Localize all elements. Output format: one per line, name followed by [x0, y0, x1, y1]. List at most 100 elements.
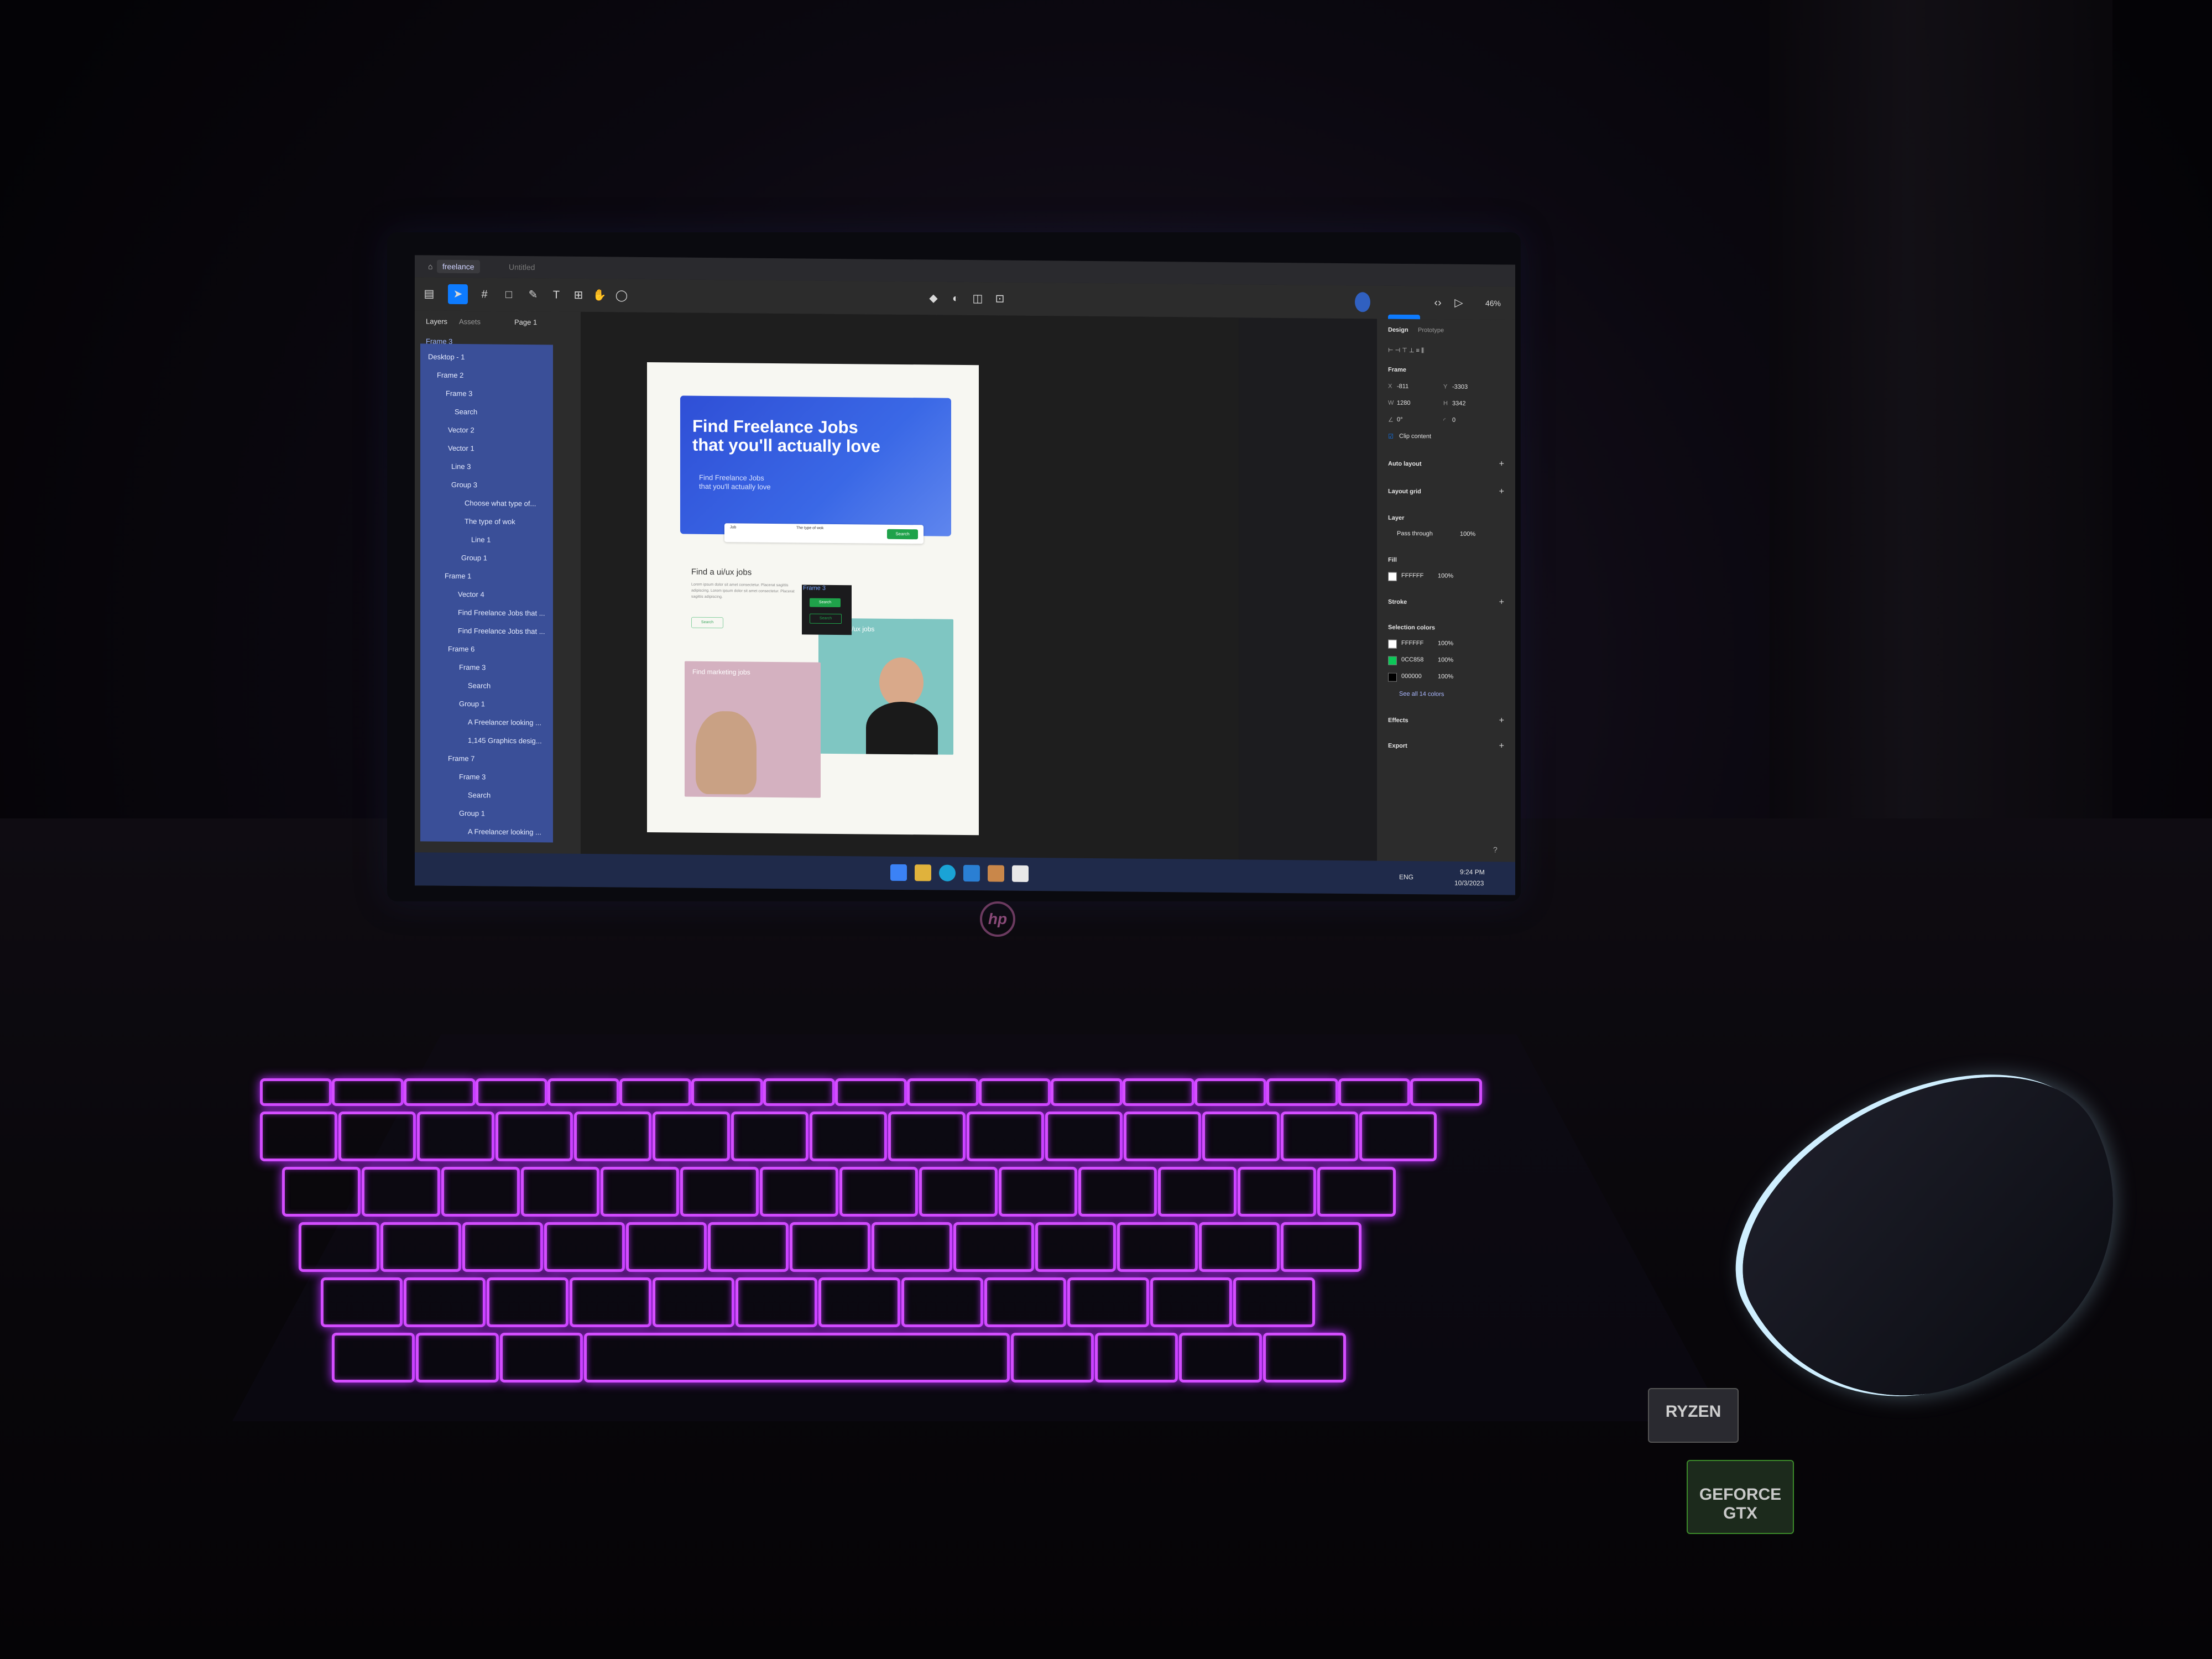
boolean-icon[interactable]: ◫ [968, 289, 988, 309]
layer-item[interactable]: Frame 1 [445, 572, 471, 580]
layer-item[interactable]: Find Freelance Jobs that ... [458, 608, 545, 617]
selection-color-hex[interactable]: 0CC858 [1401, 656, 1423, 663]
floating-search-button-outline[interactable]: Search [810, 613, 842, 624]
component-icon[interactable]: ◆ [924, 288, 943, 308]
code-icon[interactable]: ‹› [1428, 293, 1448, 312]
layer-opacity[interactable]: 100% [1460, 531, 1475, 538]
add-effect-icon[interactable]: + [1499, 716, 1504, 726]
floating-search-button[interactable]: Search [810, 598, 841, 608]
blend-mode[interactable]: Pass through [1397, 530, 1433, 538]
add-stroke-icon[interactable]: + [1499, 597, 1504, 607]
layer-item[interactable]: Vector 1 [448, 444, 474, 452]
tab-prototype[interactable]: Prototype [1418, 327, 1444, 333]
clock-time[interactable]: 9:24 PM [1460, 868, 1485, 876]
radius-value[interactable]: 0 [1452, 417, 1455, 424]
layer-item[interactable]: Line 3 [451, 462, 471, 471]
layer-item[interactable]: Group 1 [459, 700, 485, 708]
edge-icon[interactable] [939, 864, 956, 881]
page-selector[interactable]: Page 1 [514, 318, 537, 326]
figma-icon[interactable] [1012, 865, 1029, 883]
selection-color-hex[interactable]: FFFFFF [1401, 640, 1423, 646]
help-icon[interactable]: ? [1493, 845, 1498, 854]
layer-item[interactable]: Group 3 [451, 481, 477, 489]
move-tool-icon[interactable]: ➤ [448, 284, 468, 305]
resources-icon[interactable]: ⊞ [568, 285, 588, 305]
language-indicator[interactable]: ENG [1399, 873, 1413, 881]
clip-content-checkbox[interactable]: ☑ [1388, 433, 1394, 440]
layer-item[interactable]: Frame 3 [446, 389, 472, 398]
vscode-icon[interactable] [963, 864, 980, 882]
keyboard-key [299, 1222, 379, 1272]
section-search-button[interactable]: Search [691, 617, 723, 629]
tab-design[interactable]: Design [1388, 327, 1408, 333]
file-explorer-icon[interactable] [915, 864, 931, 881]
tab-layers[interactable]: Layers [426, 317, 447, 325]
search-field-job[interactable]: Job [730, 525, 736, 529]
app-icon[interactable] [988, 865, 1004, 882]
add-layout-grid-icon[interactable]: + [1499, 487, 1504, 497]
selection-color-opacity[interactable]: 100% [1438, 656, 1453, 663]
clock-date[interactable]: 10/3/2023 [1454, 879, 1484, 887]
comment-tool-icon[interactable]: ◯ [612, 285, 632, 305]
text-tool-icon[interactable]: T [546, 285, 566, 305]
tab-assets[interactable]: Assets [459, 317, 481, 326]
rectangle-tool-icon[interactable]: □ [499, 285, 519, 305]
align-icons[interactable]: ⊢ ⊣ ⊤ ⊥ ≡ ⫼ [1388, 347, 1424, 355]
layer-item[interactable]: Frame 3 [459, 663, 486, 671]
see-all-colors-link[interactable]: See all 14 colors [1399, 691, 1444, 698]
x-value[interactable]: -811 [1397, 383, 1408, 390]
color-swatch[interactable] [1388, 656, 1397, 665]
selection-color-opacity[interactable]: 100% [1438, 640, 1453, 646]
floating-frame[interactable]: Frame 3 Search Search [802, 585, 852, 635]
rotation-icon: ∠ [1388, 416, 1394, 424]
layer-item[interactable]: A Freelancer looking ... [468, 827, 541, 836]
layer-item[interactable]: Frame 3 [459, 773, 486, 781]
layer-item[interactable]: Group 1 [461, 554, 487, 562]
search-field-type[interactable]: The type of wok [796, 526, 823, 530]
layer-item[interactable]: Line 1 [471, 535, 491, 544]
tab-untitled[interactable]: Untitled [503, 260, 540, 274]
home-icon[interactable]: ⌂ [422, 259, 438, 273]
layer-item[interactable]: A Freelancer looking ... [468, 718, 541, 727]
layer-item[interactable]: Frame 2 [437, 371, 463, 379]
layer-item[interactable]: 1,145 Graphics desig... [468, 736, 542, 745]
layer-item[interactable]: Desktop - 1 [428, 353, 465, 362]
w-value[interactable]: 1280 [1397, 400, 1410, 406]
w-label: W [1388, 399, 1394, 406]
windows-start-icon[interactable] [890, 864, 907, 881]
y-value[interactable]: -3303 [1452, 384, 1468, 390]
layer-item[interactable]: Search [468, 791, 491, 799]
color-swatch[interactable] [1388, 672, 1397, 682]
rotation-value[interactable]: 0° [1397, 416, 1403, 423]
layer-item[interactable]: Frame 7 [448, 754, 474, 763]
layer-item[interactable]: Vector 4 [458, 590, 484, 598]
crop-icon[interactable]: ⊡ [990, 289, 1010, 309]
layer-item[interactable]: Frame 6 [448, 645, 474, 653]
add-auto-layout-icon[interactable]: + [1499, 459, 1504, 469]
layer-item[interactable]: Choose what type of... [465, 499, 536, 508]
layer-item[interactable]: Vector 2 [448, 426, 474, 434]
fill-opacity[interactable]: 100% [1438, 572, 1453, 579]
hand-tool-icon[interactable]: ✋ [589, 285, 609, 305]
fill-swatch[interactable] [1388, 572, 1397, 581]
pen-tool-icon[interactable]: ✎ [523, 285, 543, 305]
avatar[interactable] [1355, 292, 1370, 312]
layer-item[interactable]: Search [455, 408, 477, 416]
h-value[interactable]: 3342 [1452, 400, 1465, 407]
selection-color-opacity[interactable]: 100% [1438, 673, 1453, 680]
layer-item[interactable]: Search [468, 681, 491, 690]
menu-icon[interactable]: ▤ [419, 284, 439, 304]
search-button[interactable]: Search [887, 529, 918, 540]
tab-file[interactable]: freelance [437, 259, 480, 274]
fill-hex[interactable]: FFFFFF [1401, 572, 1423, 579]
mask-icon[interactable]: ◐ [946, 289, 966, 309]
layer-item[interactable]: Group 1 [459, 809, 485, 817]
frame-tool-icon[interactable]: # [474, 284, 494, 304]
add-export-icon[interactable]: + [1499, 741, 1504, 751]
present-icon[interactable]: ▷ [1449, 293, 1469, 313]
color-swatch[interactable] [1388, 639, 1397, 649]
zoom-level[interactable]: 46% [1477, 293, 1510, 314]
layer-item[interactable]: Find Freelance Jobs that ... [458, 627, 545, 635]
selection-color-hex[interactable]: 000000 [1401, 673, 1422, 680]
layer-item[interactable]: The type of wok [465, 517, 515, 526]
